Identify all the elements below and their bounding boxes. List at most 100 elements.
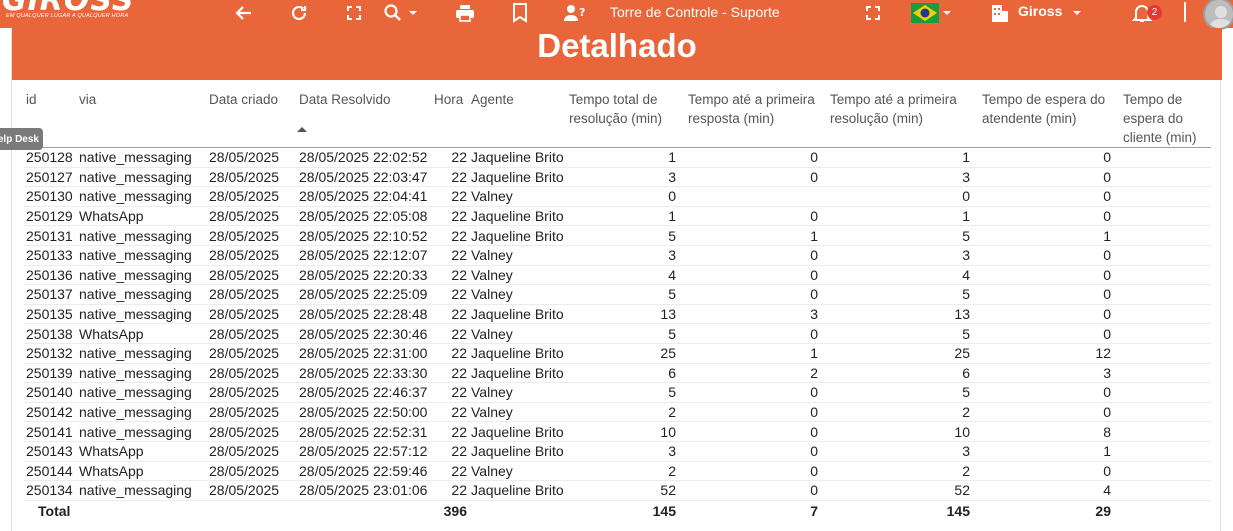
table-row[interactable]: 250135 native_messaging 28/05/2025 28/05/20… [24, 304, 1211, 325]
cell-data-criado: 28/05/2025 [207, 382, 297, 403]
cell-agente: Jaqueline Brito [469, 147, 567, 168]
cell-hora: 22 [432, 323, 469, 344]
card-title: Detalhado [537, 28, 697, 64]
header-agente[interactable]: Agente [469, 88, 567, 148]
header-espera-cliente[interactable]: Tempo de espera do cliente (min) [1121, 88, 1211, 148]
table-row[interactable]: 250137 native_messaging 28/05/2025 28/05/20… [24, 284, 1211, 305]
logo-tagline: EM QUALQUER LUGAR A QUALQUER HORA [6, 13, 129, 19]
help-desk-tab[interactable]: Help Desk [0, 128, 43, 150]
cell-hora: 22 [432, 402, 469, 423]
cell-via: native_messaging [77, 421, 207, 442]
table-row[interactable]: 250136 native_messaging 28/05/2025 28/05/20… [24, 265, 1211, 286]
cell-primeira-resolucao: 2 [828, 402, 980, 423]
cell-primeira-resposta: 1 [686, 343, 828, 364]
table-row[interactable]: 250127 native_messaging 28/05/2025 28/05/20… [24, 167, 1211, 188]
header-tempo-total[interactable]: Tempo total de resolução (min) [567, 88, 686, 148]
cell-primeira-resposta: 0 [686, 441, 828, 462]
table-row[interactable]: 250131 native_messaging 28/05/2025 28/05/20… [24, 225, 1211, 246]
fullscreen-icon[interactable] [342, 2, 366, 24]
cell-data-resolvido: 28/05/2025 22:50:00 [297, 402, 432, 423]
table-row[interactable]: 250130 native_messaging 28/05/2025 28/05/20… [24, 186, 1211, 207]
table-row[interactable]: 250133 native_messaging 28/05/2025 28/05/20… [24, 245, 1211, 266]
table-row[interactable]: 250138 WhatsApp 28/05/2025 28/05/2025 22:30… [24, 323, 1211, 344]
header-via[interactable]: via [77, 88, 207, 148]
giross-logo[interactable]: GIROSS EM QUALQUER LUGAR A QUALQUER HORA [0, 0, 160, 28]
header-data-resolvido-label: Data Resolvido [299, 92, 391, 107]
building-icon [988, 2, 1012, 24]
cell-primeira-resposta: 0 [686, 382, 828, 403]
user-help-icon[interactable]: ? [563, 2, 587, 24]
cell-primeira-resposta: 1 [686, 225, 828, 246]
cell-agente: Valney [469, 382, 567, 403]
cell-data-resolvido: 28/05/2025 22:28:48 [297, 304, 432, 325]
cell-hora: 22 [432, 284, 469, 305]
cell-data-resolvido: 28/05/2025 22:02:52 [297, 147, 432, 168]
table-row[interactable]: 250144 WhatsApp 28/05/2025 28/05/2025 22:59… [24, 461, 1211, 482]
cell-via: native_messaging [77, 147, 207, 168]
avatar-icon[interactable] [1203, 0, 1233, 30]
card-header: Detalhado [12, 28, 1222, 80]
cell-tempo-total: 6 [567, 363, 686, 384]
cell-tempo-total: 13 [567, 304, 686, 325]
cell-primeira-resposta [686, 186, 828, 207]
detailed-table-container[interactable]: id via Data criado Data Resolvido Hora A… [24, 88, 1211, 518]
table-row[interactable]: 250139 native_messaging 28/05/2025 28/05/20… [24, 363, 1211, 384]
table-row[interactable]: 250141 native_messaging 28/05/2025 28/05/20… [24, 421, 1211, 442]
refresh-icon[interactable] [287, 2, 311, 24]
cell-agente: Valney [469, 284, 567, 305]
table-row[interactable]: 250129 WhatsApp 28/05/2025 28/05/2025 22:05… [24, 206, 1211, 227]
company-selector[interactable]: Giross [1018, 3, 1062, 19]
cell-tempo-total: 2 [567, 402, 686, 423]
company-dropdown-icon[interactable] [1070, 2, 1084, 24]
print-icon[interactable] [453, 2, 477, 24]
header-data-resolvido[interactable]: Data Resolvido [297, 88, 432, 148]
header-hora[interactable]: Hora [432, 88, 469, 148]
header-data-criado[interactable]: Data criado [207, 88, 297, 148]
table-row[interactable]: 250140 native_messaging 28/05/2025 28/05/20… [24, 382, 1211, 403]
cell-id: 250134 [24, 480, 77, 501]
header-espera-atendente[interactable]: Tempo de espera do atendente (min) [980, 88, 1121, 148]
cell-espera-cliente [1121, 206, 1211, 227]
cell-via: native_messaging [77, 265, 207, 286]
table-row[interactable]: 250134 native_messaging 28/05/2025 28/05/20… [24, 480, 1211, 501]
cell-tempo-total: 5 [567, 323, 686, 344]
language-dropdown-icon[interactable] [940, 2, 954, 24]
cell-hora: 22 [432, 225, 469, 246]
back-arrow-icon[interactable] [232, 2, 256, 24]
cell-via: native_messaging [77, 186, 207, 207]
cell-data-criado: 28/05/2025 [207, 304, 297, 325]
cell-hora: 22 [432, 461, 469, 482]
totals-resolvido [297, 499, 432, 518]
cell-id: 250142 [24, 402, 77, 423]
cell-data-resolvido: 28/05/2025 23:01:06 [297, 480, 432, 501]
cell-espera-atendente: 0 [980, 245, 1121, 266]
table-row[interactable]: 250132 native_messaging 28/05/2025 28/05/20… [24, 343, 1211, 364]
cell-espera-cliente [1121, 421, 1211, 442]
detailed-table: id via Data criado Data Resolvido Hora A… [24, 88, 1211, 518]
search-icon[interactable] [381, 2, 405, 24]
cell-tempo-total: 5 [567, 284, 686, 305]
cell-tempo-total: 5 [567, 382, 686, 403]
cell-data-resolvido: 28/05/2025 22:25:09 [297, 284, 432, 305]
cell-tempo-total: 52 [567, 480, 686, 501]
header-primeira-resposta[interactable]: Tempo até a primeira resposta (min) [686, 88, 828, 148]
search-dropdown-icon[interactable] [406, 2, 420, 24]
cell-via: WhatsApp [77, 323, 207, 344]
cell-via: native_messaging [77, 284, 207, 305]
cell-data-resolvido: 28/05/2025 22:12:07 [297, 245, 432, 266]
bookmark-icon[interactable] [508, 2, 532, 24]
table-row[interactable]: 250143 WhatsApp 28/05/2025 28/05/2025 22:57… [24, 441, 1211, 462]
expand-icon[interactable] [861, 2, 885, 24]
cell-data-resolvido: 28/05/2025 22:03:47 [297, 167, 432, 188]
cell-espera-cliente [1121, 167, 1211, 188]
header-primeira-resolucao[interactable]: Tempo até a primeira resolução (min) [828, 88, 980, 148]
cell-primeira-resolucao: 4 [828, 265, 980, 286]
top-bar: GIROSS EM QUALQUER LUGAR A QUALQUER HORA… [0, 0, 1233, 30]
cell-agente: Jaqueline Brito [469, 421, 567, 442]
cell-data-criado: 28/05/2025 [207, 206, 297, 227]
cell-espera-cliente [1121, 441, 1211, 462]
table-row[interactable]: 250142 native_messaging 28/05/2025 28/05/20… [24, 402, 1211, 423]
cell-data-criado: 28/05/2025 [207, 225, 297, 246]
table-row[interactable]: 250128 native_messaging 28/05/2025 28/05/20… [24, 147, 1211, 168]
brazil-flag-icon[interactable] [911, 3, 939, 23]
